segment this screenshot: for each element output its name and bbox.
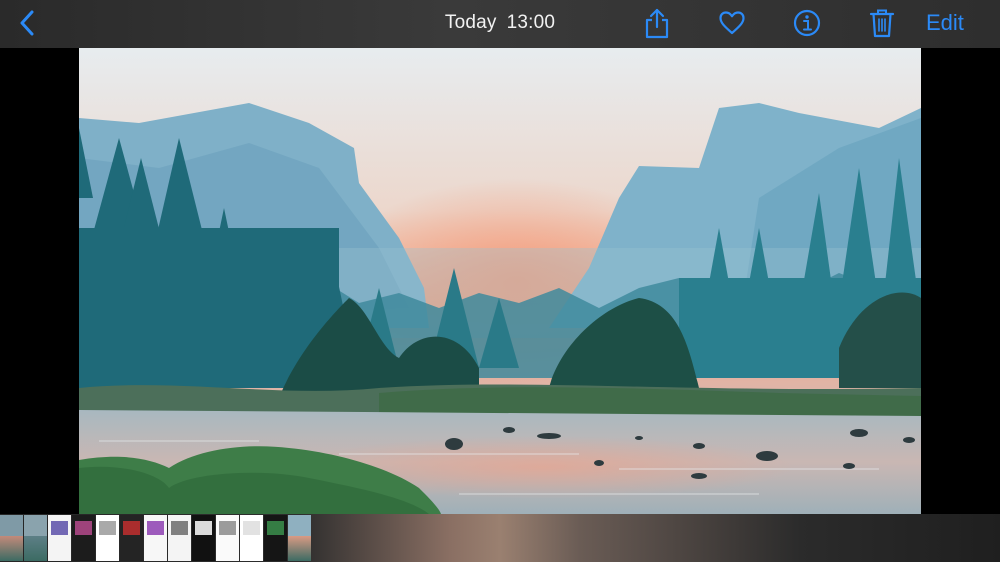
thumbnail-item[interactable] (72, 515, 95, 561)
share-button[interactable] (641, 7, 673, 39)
thumbnail-item[interactable] (264, 515, 287, 561)
photo-date-title: Today 13:00 (0, 12, 1000, 34)
thumbnail-item[interactable] (144, 515, 167, 561)
favorite-button[interactable] (716, 7, 748, 39)
thumbnail-item[interactable] (0, 515, 23, 561)
thumbnail-content (99, 521, 116, 535)
thumbnail-item[interactable] (216, 515, 239, 561)
thumbnail-item[interactable] (288, 515, 311, 561)
thumbnail-content (147, 521, 164, 535)
thumbnail-item[interactable] (120, 515, 143, 561)
info-icon (793, 9, 821, 37)
delete-button[interactable] (866, 7, 898, 39)
edit-button[interactable]: Edit (926, 10, 964, 36)
thumbnail-content (288, 535, 311, 561)
thumbnail-content (267, 521, 284, 535)
thumbnail-item[interactable] (48, 515, 71, 561)
heart-icon (719, 11, 745, 35)
thumbnail-item[interactable] (24, 515, 47, 561)
thumbnail-item[interactable] (168, 515, 191, 561)
thumbnail-content (0, 535, 23, 561)
thumbnail-list (0, 515, 312, 561)
thumbnail-content (195, 521, 212, 535)
trash-icon (869, 9, 895, 38)
thumbnail-content (171, 521, 188, 535)
thumbnail-content (123, 521, 140, 535)
thumbnail-item[interactable] (96, 515, 119, 561)
thumbnail-item[interactable] (192, 515, 215, 561)
thumbnail-content (75, 521, 92, 535)
info-button[interactable] (791, 7, 823, 39)
thumbnail-content (219, 521, 236, 535)
time-label: 13:00 (506, 12, 556, 33)
thumbnail-content (243, 521, 260, 535)
photo-image[interactable] (79, 48, 921, 514)
photo-viewer[interactable] (0, 48, 1000, 514)
date-label: Today (444, 12, 497, 33)
thumbnail-content (24, 535, 47, 561)
thumbnail-item[interactable] (240, 515, 263, 561)
navigation-bar: Today 13:00 Edit (0, 0, 1000, 48)
thumbnail-strip[interactable] (0, 514, 1000, 562)
thumbnail-content (51, 521, 68, 535)
landscape-photo (79, 48, 921, 514)
share-icon (645, 8, 669, 39)
